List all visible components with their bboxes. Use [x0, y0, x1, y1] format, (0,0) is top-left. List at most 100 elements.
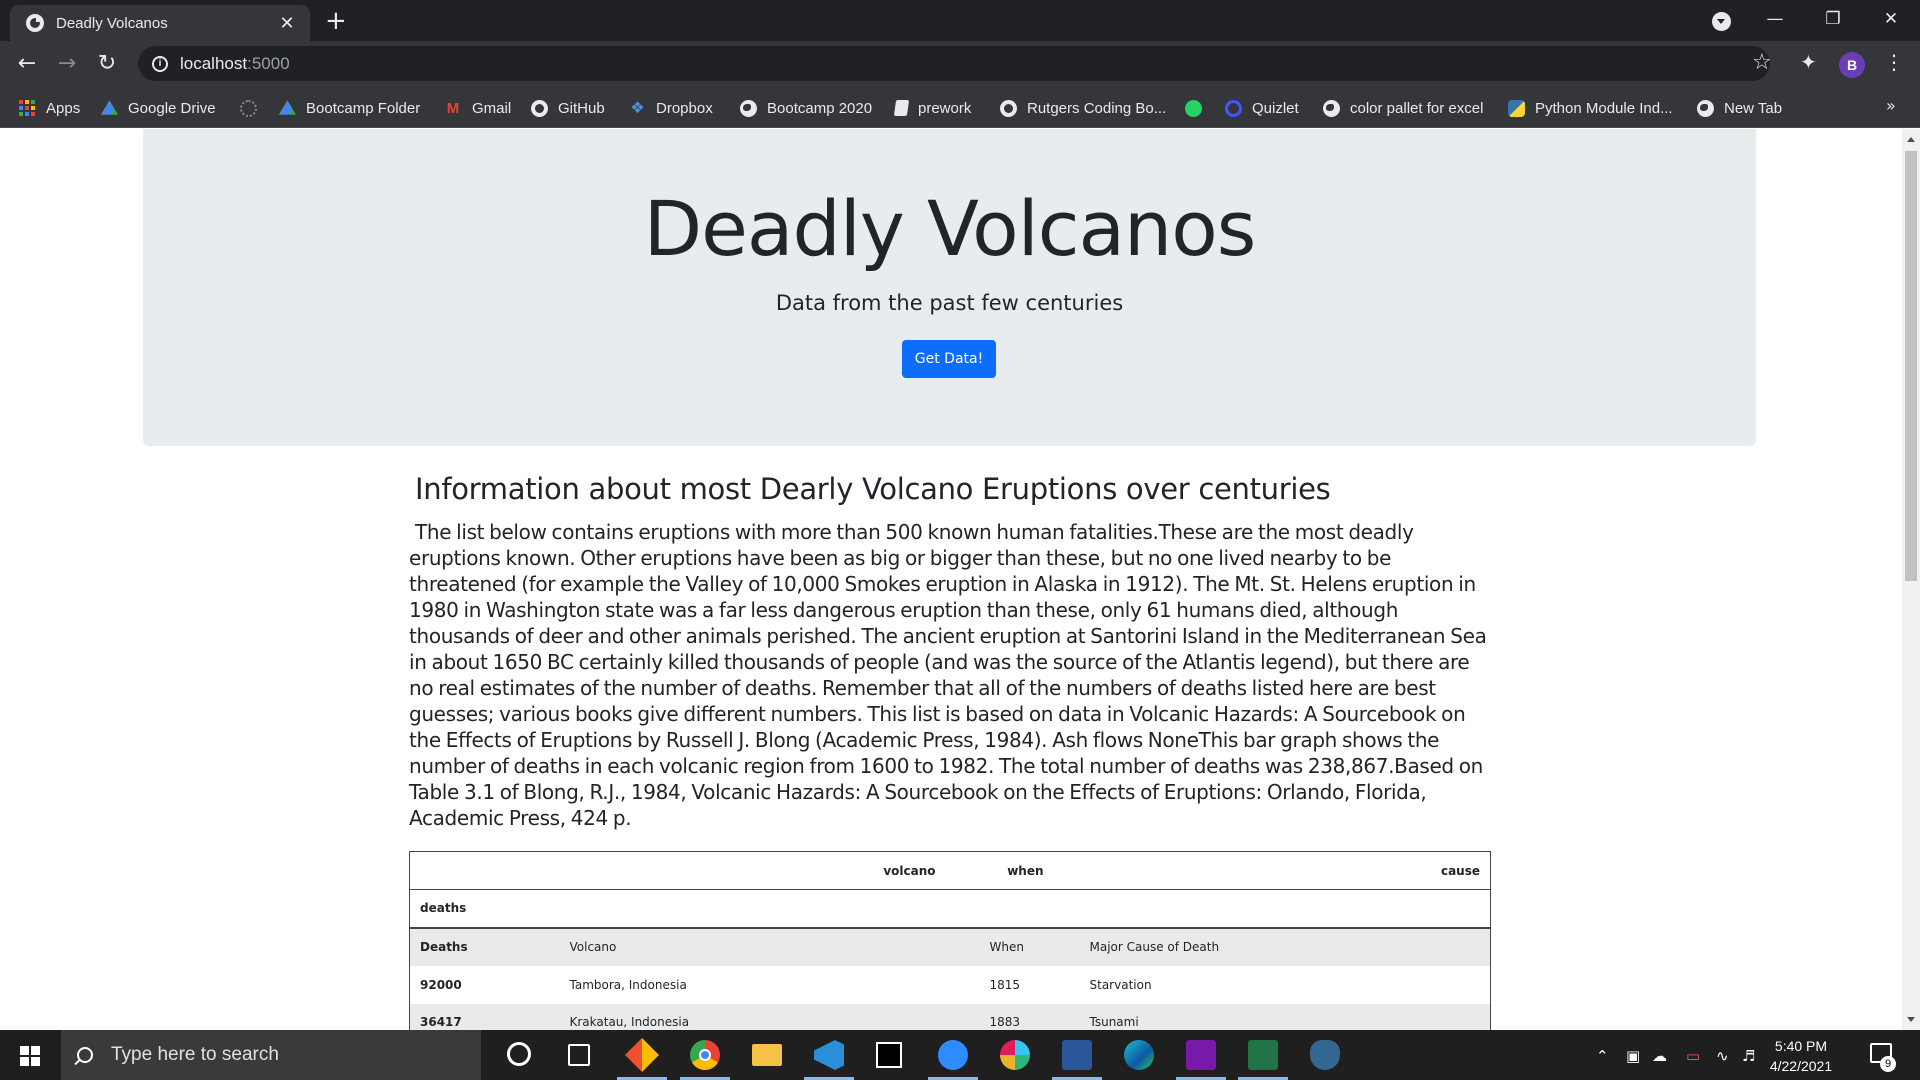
meet-now-icon[interactable]: ▣: [1626, 1047, 1640, 1065]
tab-search-icon[interactable]: [1712, 12, 1731, 31]
page-viewport: Deadly Volcanos Data from the past few c…: [0, 129, 1902, 1030]
cell-volcano: Krakatau, Indonesia: [559, 1003, 950, 1030]
excel-icon[interactable]: [1248, 1040, 1278, 1070]
table-row: 36417 Krakatau, Indonesia 1883 Tsunami: [409, 1003, 1491, 1030]
volume-icon[interactable]: ♬: [1742, 1047, 1755, 1065]
back-arrow-icon[interactable]: ←: [12, 49, 42, 79]
windows-start-icon[interactable]: [20, 1046, 40, 1066]
bookmark-label: GitHub: [558, 99, 605, 117]
extension-placeholder-icon: [240, 99, 257, 117]
jetbrains-icon[interactable]: [876, 1042, 902, 1068]
bookmark-whatsapp[interactable]: [1185, 97, 1212, 119]
minimize-button[interactable]: —: [1746, 0, 1804, 41]
bookmarks-overflow-chevron-icon[interactable]: »: [1886, 96, 1896, 115]
vscode-icon[interactable]: [814, 1040, 844, 1070]
wifi-icon[interactable]: ∿: [1716, 1047, 1729, 1065]
info-section: Information about most Dearly Volcano Er…: [409, 472, 1491, 831]
bookmark-label: Bootcamp 2020: [767, 99, 873, 117]
bookmark-extension[interactable]: [240, 97, 267, 119]
bookmark-color-pallet[interactable]: color pallet for excel: [1323, 97, 1483, 119]
restore-button[interactable]: ❐: [1804, 0, 1862, 41]
bookmark-rutgers[interactable]: Rutgers Coding Bo...: [1000, 97, 1166, 119]
page-scrollbar[interactable]: [1902, 129, 1920, 1030]
file-explorer-icon[interactable]: [752, 1044, 782, 1066]
table-header-blank: [409, 851, 560, 890]
forward-arrow-icon[interactable]: →: [52, 49, 82, 79]
edge-icon[interactable]: [1124, 1040, 1154, 1070]
url-port: :5000: [247, 53, 290, 73]
github-icon: [531, 99, 548, 117]
kebab-menu-icon[interactable]: ⋮: [1884, 50, 1904, 74]
apps-grid-icon: [19, 99, 36, 117]
cell-deaths: Deaths: [409, 927, 560, 966]
slack-icon[interactable]: [1000, 1040, 1030, 1070]
bookmark-dropbox[interactable]: ❖ Dropbox: [629, 97, 712, 119]
scroll-down-arrow-icon[interactable]: [1907, 1017, 1915, 1022]
close-tab-icon[interactable]: ✕: [276, 13, 298, 34]
scrollbar-thumb[interactable]: [1905, 151, 1917, 581]
info-heading: Information about most Dearly Volcano Er…: [415, 472, 1331, 506]
scroll-up-arrow-icon[interactable]: [1907, 137, 1915, 142]
bookmark-github[interactable]: GitHub: [531, 97, 605, 119]
bookmark-label: New Tab: [1724, 99, 1783, 117]
sourcetree-icon[interactable]: [625, 1038, 659, 1072]
bookmark-label: Gmail: [472, 99, 512, 117]
bookmark-gmail[interactable]: M Gmail: [444, 97, 511, 119]
bookmark-python-module[interactable]: Python Module Ind...: [1508, 97, 1673, 119]
github-icon: [1000, 99, 1017, 117]
bookmark-star-icon[interactable]: ☆: [1752, 50, 1772, 75]
clock-date: 4/22/2021: [1769, 1058, 1833, 1074]
dropbox-icon: ❖: [630, 99, 645, 117]
address-bar[interactable]: i localhost:5000: [138, 46, 1770, 81]
taskbar-clock[interactable]: 5:40 PM 4/22/2021: [1756, 1036, 1846, 1076]
bookmark-bootcamp-2020[interactable]: Bootcamp 2020: [740, 97, 872, 119]
page-title: Deadly Volcanos: [643, 184, 1257, 273]
bookmark-label: color pallet for excel: [1350, 99, 1484, 117]
onedrive-cloud-icon[interactable]: ☁: [1652, 1047, 1667, 1065]
table-index-blank: [1079, 889, 1491, 929]
url-host: localhost: [180, 53, 248, 73]
reload-icon[interactable]: ↻: [92, 49, 122, 79]
search-icon: [77, 1047, 93, 1063]
cortana-icon[interactable]: [507, 1042, 531, 1066]
browser-tab[interactable]: Deadly Volcanos ✕: [10, 5, 310, 41]
battery-alert-icon[interactable]: ▭: [1686, 1047, 1700, 1065]
get-data-button[interactable]: Get Data!: [902, 340, 996, 378]
table-header-row: volcano when cause: [409, 851, 1491, 890]
bookmarks-bar: Apps Google Drive Bootcamp Folder M Gmai…: [0, 88, 1920, 128]
onenote-icon[interactable]: [1186, 1040, 1216, 1070]
chrome-icon[interactable]: [690, 1040, 720, 1070]
bookmark-quizlet[interactable]: Quizlet: [1225, 97, 1299, 119]
bookmark-apps[interactable]: Apps: [19, 97, 80, 119]
tray-chevron-up-icon[interactable]: ⌃: [1596, 1047, 1609, 1065]
cell-deaths: 36417: [409, 1003, 560, 1030]
volcano-table: volcano when cause deaths Deaths Volcano…: [409, 851, 1491, 1030]
zoom-icon[interactable]: [938, 1040, 968, 1070]
bookmark-prework[interactable]: prework: [893, 97, 971, 119]
page-icon: [893, 100, 910, 116]
close-window-button[interactable]: ✕: [1862, 0, 1920, 41]
cell-cause: Starvation: [1079, 965, 1491, 1004]
profile-avatar[interactable]: B: [1839, 52, 1865, 78]
cell-volcano: Tambora, Indonesia: [559, 965, 950, 1004]
clock-time: 5:40 PM: [1774, 1038, 1828, 1054]
postgresql-elephant-icon[interactable]: [1310, 1040, 1340, 1070]
windows-taskbar: Type here to search ⌃ ▣ ☁ ▭ ∿ ♬ 5:40 PM …: [0, 1030, 1920, 1080]
quizlet-icon: [1225, 99, 1242, 117]
word-icon[interactable]: [1062, 1040, 1092, 1070]
bookmark-label: Bootcamp Folder: [306, 99, 421, 117]
table-index-blank: [559, 889, 950, 929]
bookmark-bootcamp-folder[interactable]: Bootcamp Folder: [279, 97, 420, 119]
task-view-icon[interactable]: [568, 1044, 590, 1066]
python-icon: [1508, 99, 1525, 117]
cell-when: When: [949, 927, 1080, 966]
bookmark-label: Google Drive: [128, 99, 216, 117]
taskbar-search-placeholder: Type here to search: [111, 1044, 279, 1065]
google-drive-icon: [101, 100, 118, 115]
bookmark-new-tab[interactable]: New Tab: [1697, 97, 1782, 119]
taskbar-search-box[interactable]: Type here to search: [61, 1030, 481, 1080]
site-info-icon[interactable]: i: [152, 55, 168, 72]
extensions-puzzle-icon[interactable]: ✦: [1800, 50, 1817, 74]
bookmark-google-drive[interactable]: Google Drive: [101, 97, 216, 119]
new-tab-button[interactable]: +: [325, 7, 347, 35]
